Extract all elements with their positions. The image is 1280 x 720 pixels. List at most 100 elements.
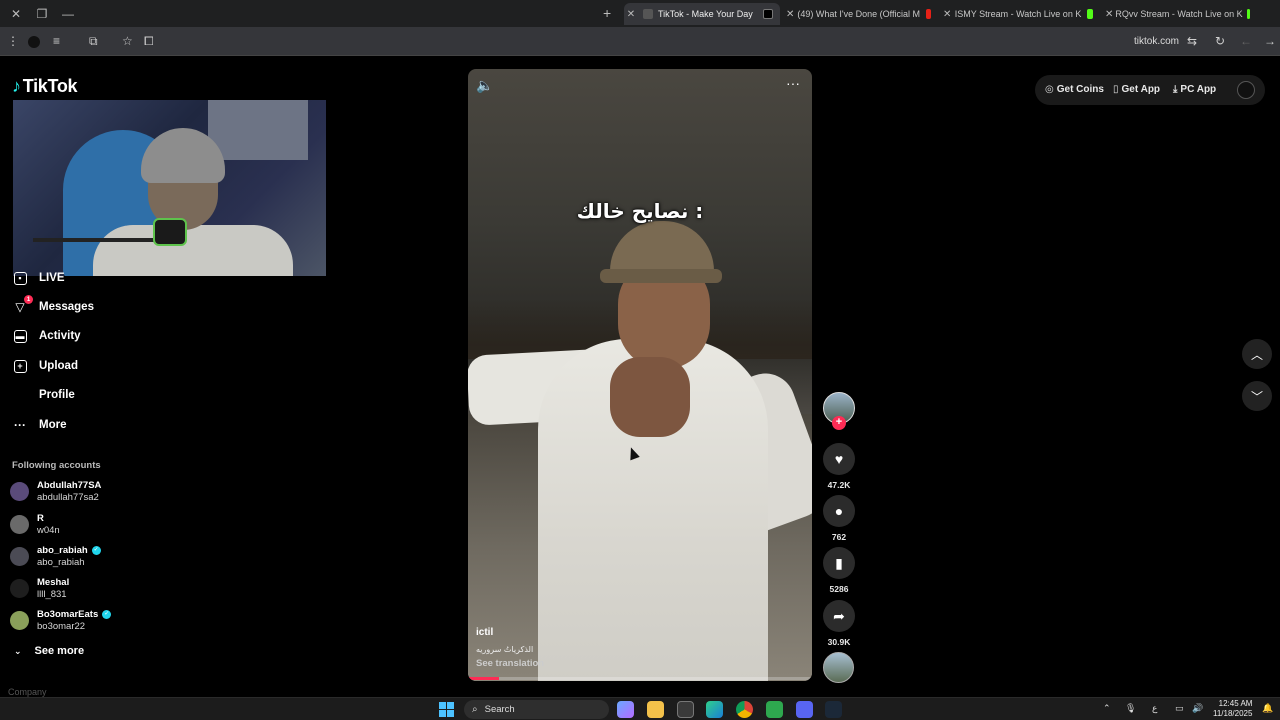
restore-window-icon[interactable]: ❐ — [32, 0, 52, 27]
language-indicator[interactable]: ع — [1152, 703, 1157, 714]
account-name: abo_rabiah — [37, 545, 88, 556]
sidebar-item-live[interactable]: ▪ LIVE — [12, 270, 65, 286]
get-coins-label: Get Coins — [1056, 84, 1104, 95]
see-more-label: See more — [34, 645, 85, 657]
following-account-item[interactable]: Bo3omarEats ✓ bo3omar22 — [10, 609, 112, 632]
browser-toolbar: ⋮ ≡ ⧉ ☆ ⧠ tiktok.com ⇆ ↻ ← → — [0, 27, 1280, 56]
file-explorer-icon[interactable] — [647, 701, 664, 718]
windows-start-icon[interactable] — [439, 702, 454, 717]
share-action[interactable]: ➦ 30.9K — [823, 600, 855, 647]
music-disc-avatar[interactable] — [823, 652, 854, 683]
get-app-button[interactable]: ▯ Get App — [1113, 84, 1160, 95]
like-action[interactable]: ♥ 47.2K — [823, 443, 855, 490]
close-tab-icon[interactable]: ✕ — [786, 9, 794, 20]
tab-youtube[interactable]: ✕ (49) What I've Done (Official M — [786, 3, 936, 25]
tray-overflow-icon[interactable]: ⌃ — [1103, 703, 1111, 714]
like-count: 47.2K — [827, 480, 851, 490]
close-window-icon[interactable]: ✕ — [6, 0, 26, 27]
sidebar-item-activity[interactable]: ▬ Activity — [12, 328, 81, 344]
tiktok-logo[interactable]: ♪ TikTok — [12, 76, 78, 97]
profile-circle-icon[interactable] — [28, 36, 40, 48]
video-author[interactable]: ictil — [476, 627, 493, 638]
taskbar-search[interactable]: ⌕ Search — [464, 700, 609, 719]
reading-list-icon[interactable]: ≡ — [53, 34, 60, 48]
notifications-icon[interactable]: 🔔 — [1262, 703, 1273, 714]
tab-kick-2[interactable]: ✕ RQvv Stream - Watch Live on K — [1105, 3, 1255, 25]
share-count: 30.9K — [827, 637, 851, 647]
sidebar-item-profile[interactable]: Profile — [12, 387, 75, 403]
follow-plus-button[interactable]: + — [832, 416, 846, 430]
bookmark-icon[interactable]: ▮ — [823, 547, 855, 579]
steam-icon[interactable] — [825, 701, 842, 718]
account-name: R — [37, 513, 44, 524]
messages-icon: ▽ 1 — [12, 295, 33, 315]
webcam-window-bg — [208, 100, 308, 160]
following-account-item[interactable]: R w04n — [10, 513, 60, 536]
volume-icon[interactable]: 🔈 — [476, 77, 493, 94]
bookmark-star-icon[interactable]: ☆ — [122, 34, 133, 48]
chevron-down-icon: ⌄ — [14, 645, 22, 656]
store-icon[interactable] — [677, 701, 694, 718]
save-action[interactable]: ▮ 5286 — [823, 547, 855, 594]
edge-icon[interactable] — [706, 701, 723, 718]
search-icon: ⌕ — [472, 704, 478, 715]
close-tab-icon[interactable]: ✕ — [1105, 9, 1113, 20]
back-icon[interactable]: → — [1264, 34, 1276, 48]
get-coins-button[interactable]: ◎ Get Coins — [1045, 84, 1104, 95]
reload-icon[interactable]: ↻ — [1215, 34, 1225, 48]
address-bar[interactable]: tiktok.com — [1134, 36, 1179, 47]
video-description: الذكرياتُ سروريه — [476, 645, 534, 654]
share-page-icon[interactable]: ⧠ — [144, 34, 154, 49]
chrome-icon[interactable] — [736, 701, 753, 718]
sidebar-item-more[interactable]: ··· More — [12, 417, 66, 433]
following-account-item[interactable]: abo_rabiah ✓ abo_rabiah — [10, 545, 101, 568]
new-tab-button[interactable]: + — [603, 5, 611, 21]
webcam-mic-arm — [33, 238, 163, 242]
pc-app-button[interactable]: ⤓ PC App — [1173, 84, 1216, 95]
extensions-icon[interactable]: ⧉ — [89, 34, 98, 49]
discord-icon[interactable] — [796, 701, 813, 718]
user-avatar[interactable] — [1237, 81, 1255, 99]
avatar — [10, 547, 29, 566]
comment-icon[interactable]: ● — [823, 495, 855, 527]
microphone-icon[interactable]: 🎙 — [1125, 703, 1136, 714]
company-link[interactable]: Company — [8, 687, 47, 697]
account-handle: w04n — [37, 525, 60, 536]
menu-dots-icon[interactable]: ⋮ — [7, 34, 19, 48]
next-video-button[interactable]: ﹀ — [1242, 381, 1272, 411]
site-settings-icon[interactable]: ⇆ — [1187, 34, 1197, 48]
share-icon[interactable]: ➦ — [823, 600, 855, 632]
messages-badge: 1 — [24, 295, 33, 304]
see-translation-button[interactable]: See translation — [476, 658, 544, 669]
sidebar-item-label: More — [39, 419, 67, 431]
previous-video-button[interactable]: ︿ — [1242, 339, 1272, 369]
see-more-button[interactable]: ⌄ See more — [14, 645, 84, 657]
taskbar-clock[interactable]: 12:45 AM 11/18/2025 — [1213, 699, 1252, 719]
sidebar-item-upload[interactable]: + Upload — [12, 358, 78, 374]
account-handle: bo3omar22 — [37, 621, 86, 632]
video-progress-bar[interactable] — [468, 677, 812, 680]
spotify-like-app-icon[interactable] — [766, 701, 783, 718]
more-options-icon[interactable]: ··· — [786, 75, 800, 91]
video-player[interactable]: نصايح خالك : 🔈 ··· ictil الذكرياتُ سروري… — [468, 69, 812, 681]
network-icon[interactable]: ▭ — [1175, 703, 1184, 714]
close-tab-icon[interactable]: ✕ — [943, 9, 951, 20]
tab-tiktok[interactable]: ✕ TikTok - Make Your Day — [624, 3, 780, 25]
heart-icon[interactable]: ♥ — [823, 443, 855, 475]
video-person-hands — [610, 357, 690, 437]
copilot-icon[interactable] — [617, 701, 634, 718]
get-app-label: Get App — [1121, 84, 1161, 95]
pc-app-label: PC App — [1180, 84, 1217, 95]
sidebar-item-messages[interactable]: ▽ 1 Messages — [12, 295, 94, 315]
following-account-item[interactable]: Meshal llll_831 — [10, 577, 69, 600]
volume-tray-icon[interactable]: 🔊 — [1192, 703, 1203, 714]
account-handle: llll_831 — [37, 589, 67, 600]
account-handle: abo_rabiah — [37, 557, 85, 568]
avatar — [10, 611, 29, 630]
tab-kick-1[interactable]: ✕ ISMY Stream - Watch Live on K — [943, 3, 1098, 25]
close-tab-icon[interactable]: ✕ — [624, 9, 638, 20]
minimize-window-icon[interactable]: — — [58, 0, 78, 27]
forward-icon[interactable]: ← — [1240, 34, 1252, 48]
comment-action[interactable]: ● 762 — [823, 495, 855, 542]
following-account-item[interactable]: Abdullah77SA abdullah77sa2 — [10, 480, 101, 503]
